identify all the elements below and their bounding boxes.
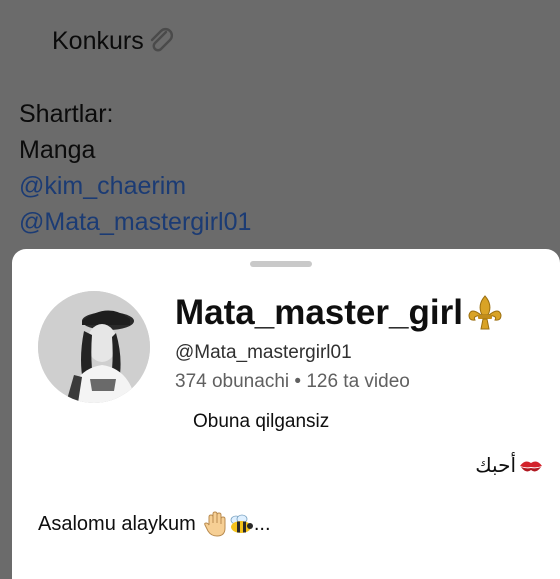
subscriber-count: 374 obunachi (175, 371, 290, 392)
bee-icon (230, 514, 253, 533)
post-body: Shartlar: Manga @kim_chaerim @Mata_maste… (19, 96, 251, 240)
post-line-me: Manga (19, 136, 96, 164)
drag-handle[interactable] (250, 261, 312, 267)
channel-bottom-sheet: Mata_master_girl @Mata_mastergirl01 374 … (12, 249, 560, 579)
channel-avatar[interactable] (38, 291, 150, 403)
mention-link[interactable]: @Mata_mastergirl01 (19, 204, 251, 240)
raised-hand-icon (204, 511, 226, 537)
description-arabic-line: أحبك (475, 453, 544, 478)
arabic-text: أحبك (475, 455, 516, 477)
paperclip-icon (150, 28, 173, 52)
avatar-image (38, 291, 150, 403)
channel-name-row: Mata_master_girl (175, 293, 505, 333)
channel-stats: 374 obunachi • 126 ta video (175, 371, 410, 393)
post-title-row: Konkurs (52, 23, 176, 59)
fleur-de-lis-icon (468, 295, 502, 330)
subscribed-button[interactable]: Obuna qilgansiz (193, 411, 329, 433)
video-count: 126 ta video (306, 371, 410, 392)
post-title: Konkurs (52, 27, 144, 55)
description-greeting: Asalomu alaykum ... (38, 511, 271, 537)
post-line-conditions: Shartlar: (19, 100, 114, 128)
mention-link[interactable]: @kim_chaerim (19, 168, 251, 204)
channel-handle: @Mata_mastergirl01 (175, 342, 352, 363)
stats-separator: • (294, 371, 302, 392)
kiss-mark-icon (520, 461, 542, 471)
channel-name: Mata_master_girl (175, 293, 463, 332)
greeting-text: Asalomu alaykum (38, 512, 196, 535)
greeting-ellipsis: ... (253, 512, 271, 535)
